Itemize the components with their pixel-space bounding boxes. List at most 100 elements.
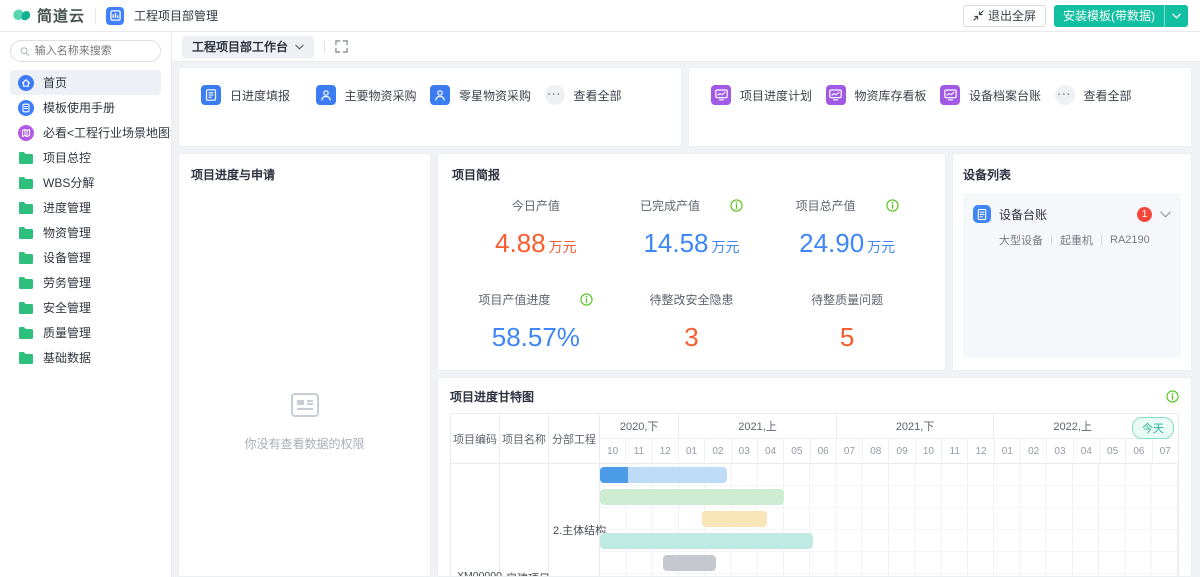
sidebar-item[interactable]: 劳务管理 (10, 270, 161, 295)
sidebar-item[interactable]: 首页 (10, 70, 161, 95)
panel-title: 项目进度与申请 (191, 168, 276, 182)
device-ledger-name: 设备台账 (999, 207, 1048, 222)
metric-unit: 万元 (711, 239, 740, 255)
folder-icon (18, 350, 34, 366)
project-name: 房建项目 (506, 570, 550, 576)
gantt-month-tick: 04 (1074, 439, 1100, 463)
gantt-period-header: 2020,下 (600, 414, 680, 439)
sidebar-item-label: 安全管理 (43, 301, 92, 315)
exit-fullscreen-button[interactable]: 退出全屏 (962, 4, 1046, 27)
sidebar-item[interactable]: 质量管理 (10, 320, 161, 345)
quick-action-view-all[interactable]: ··· 查看全部 (1054, 85, 1170, 105)
device-ledger-row[interactable]: 设备台账 1 (973, 205, 1171, 223)
info-icon[interactable] (886, 198, 899, 212)
brand-logo[interactable]: 简道云 (12, 5, 85, 26)
search-input[interactable] (34, 45, 151, 57)
fullscreen-expand-icon[interactable] (335, 40, 348, 53)
gantt-task-bar[interactable] (600, 489, 784, 505)
sidebar-item-label: 项目总控 (43, 151, 92, 165)
quick-action-item[interactable]: 物资库存看板 (825, 85, 941, 105)
app-title: 工程项目部管理 (134, 9, 219, 23)
today-button[interactable]: 今天 (1132, 417, 1174, 439)
chevron-down-icon (1172, 13, 1181, 19)
info-icon[interactable] (730, 198, 743, 212)
search-icon (20, 46, 30, 56)
gantt-month-tick: 05 (1100, 439, 1127, 463)
info-icon[interactable] (1166, 390, 1179, 403)
metric-label: 项目产值进度 (478, 292, 551, 307)
sidebar-item[interactable]: WBS分解 (10, 170, 161, 195)
gantt-body-col-name: 房建项目 (500, 464, 550, 576)
gantt-month-tick: 02 (705, 439, 732, 463)
sidebar-item-label: 模板使用手册 (43, 101, 116, 115)
device-tag: 大型设备 (999, 235, 1043, 247)
quick-action-view-all[interactable]: ··· 查看全部 (544, 85, 660, 105)
gantt-month-tick: 09 (889, 439, 916, 463)
gantt-task-progress (600, 467, 628, 483)
sidebar-item-label: 基础数据 (43, 351, 92, 365)
app-window: 简道云 工程项目部管理 退出全屏 安装模板(带数据) 输入名称来搜索 首页 模板… (0, 0, 1200, 577)
sidebar-item[interactable]: 模板使用手册 (10, 95, 161, 120)
metric-value: 3 (684, 322, 699, 352)
workspace-toolbar: 工程项目部工作台 (172, 32, 1200, 62)
quick-action-item[interactable]: 零星物资采购 (430, 85, 545, 105)
device-ledger-icon (973, 205, 991, 223)
chevron-down-icon[interactable] (1160, 211, 1171, 218)
metric-value: 14.58 (643, 228, 709, 258)
sidebar-item[interactable]: 必看<工程行业场景地图> (10, 120, 171, 145)
metric-unit: 万元 (548, 239, 577, 255)
header-divider (95, 8, 97, 23)
gantt-month-tick: 01 (995, 439, 1021, 463)
quick-actions-panel-right: 项目进度计划 物资库存看板 设备档案台账 ··· 查看全部 (688, 67, 1192, 147)
gantt-task-bar[interactable] (702, 511, 767, 527)
gantt-month-tick: 01 (679, 439, 706, 463)
metric-value: 5 (839, 322, 855, 352)
quick-action-item[interactable]: 设备档案台账 (940, 85, 1055, 105)
panel-title: 项目简报 (452, 168, 501, 182)
panel-progress-apply: 项目进度与申请 你没有查看数据的权限 (178, 153, 431, 577)
sidebar-item[interactable]: 进度管理 (10, 195, 161, 220)
sidebar-search[interactable] (10, 40, 161, 62)
folder-icon (18, 250, 34, 266)
ellipsis-icon: ··· (544, 85, 565, 105)
folder-icon (18, 200, 34, 216)
sidebar-item-label: 劳务管理 (43, 276, 92, 290)
person-icon (315, 85, 336, 105)
folder-icon (18, 275, 34, 291)
tab-workspace-label: 工程项目部工作台 (192, 40, 289, 54)
dashboard-content: 日进度填报 主要物资采购 零星物资采购 ··· 查看全部 项目进度计划 物资库存看板 设备档… (172, 62, 1200, 577)
sidebar-item[interactable]: 物资管理 (10, 220, 161, 245)
install-template-caret-button[interactable] (1165, 5, 1188, 27)
gantt-task-bar[interactable] (600, 533, 813, 549)
empty-state-text: 你没有查看数据的权限 (244, 437, 365, 451)
quick-action-item[interactable]: 日进度填报 (201, 85, 316, 105)
quick-action-item[interactable]: 项目进度计划 (711, 85, 826, 105)
top-header: 简道云 工程项目部管理 退出全屏 安装模板(带数据) (0, 0, 1200, 32)
sidebar-item-label: 首页 (43, 76, 68, 90)
gantt-task-bar[interactable] (600, 467, 728, 483)
info-icon[interactable] (580, 292, 593, 306)
gantt-body-col-section: 2.主体结构 (549, 464, 606, 576)
device-tag: RA2190 (1110, 234, 1150, 246)
map-icon (18, 124, 34, 141)
sidebar-item[interactable]: 基础数据 (10, 345, 161, 370)
metric: 今日产值 4.88 万元 (458, 197, 614, 261)
brand-name: 简道云 (37, 8, 86, 25)
gantt-month-tick: 11 (626, 439, 653, 463)
tab-workspace[interactable]: 工程项目部工作台 (182, 35, 315, 58)
panel-title: 设备列表 (963, 168, 1012, 182)
quick-action-item[interactable]: 主要物资采购 (315, 85, 431, 105)
sidebar-item[interactable]: 项目总控 (10, 145, 161, 170)
sidebar-item[interactable]: 安全管理 (10, 295, 161, 320)
header-actions: 退出全屏 安装模板(带数据) (962, 4, 1188, 27)
metric: 待整质量问题 5 (769, 291, 925, 352)
sidebar-item-label: WBS分解 (43, 176, 95, 190)
gantt-col-header-code: 项目编码 (451, 414, 500, 463)
panel-gantt: 项目进度甘特图 项目编码 项目名称 分部工程 2020,下 2021,上 2021,… (437, 377, 1192, 577)
gantt-task-bar[interactable] (663, 555, 716, 571)
install-template-button[interactable]: 安装模板(带数据) (1054, 5, 1164, 27)
folder-icon (18, 175, 34, 191)
chevron-down-icon (295, 44, 304, 50)
sidebar-item[interactable]: 设备管理 (10, 245, 161, 270)
gantt-month-tick: 10 (916, 439, 943, 463)
